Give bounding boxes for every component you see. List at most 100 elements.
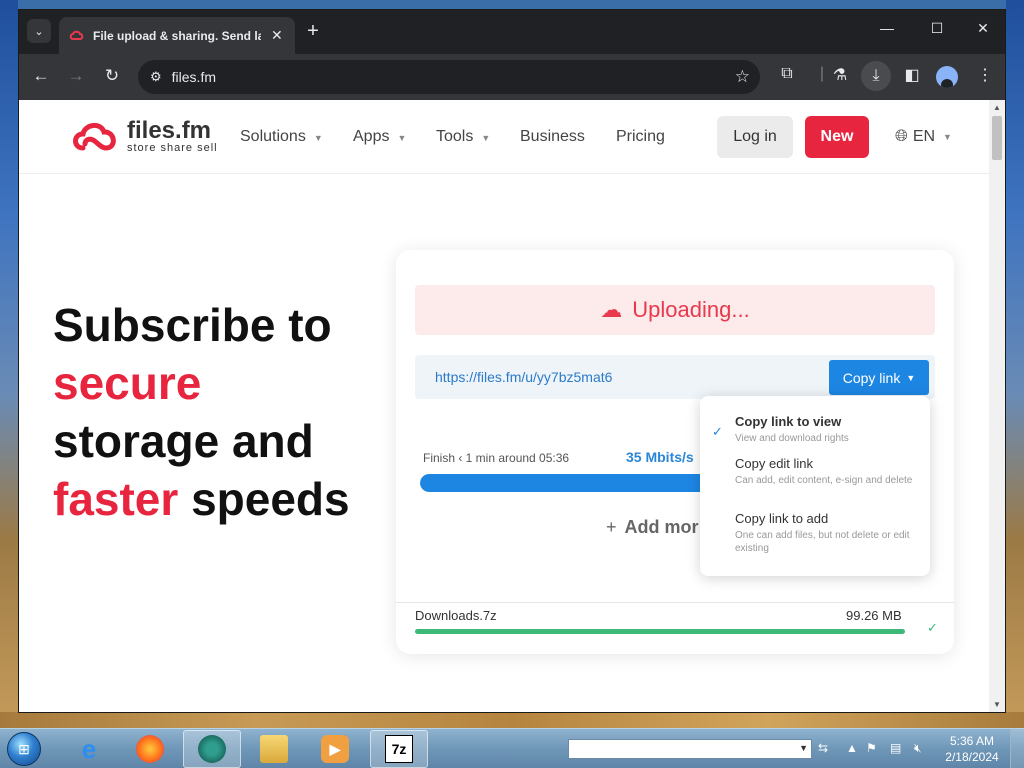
upload-speed: 35 Mbits/s <box>626 449 694 465</box>
menu-item-copy-view-link[interactable]: Copy link to view View and download righ… <box>735 414 920 445</box>
minimize-button[interactable]: — <box>872 20 902 36</box>
windows-logo-icon: ⊞ <box>7 732 41 766</box>
taskbar-file-explorer[interactable] <box>245 730 303 768</box>
hero-line-4-highlight: faster <box>53 473 179 525</box>
7zip-icon: 7z <box>385 735 413 763</box>
tab-bar: ⌄ File upload & sharing. Send la ✕ + — ☐… <box>19 10 1005 54</box>
language-label: EN <box>912 128 936 145</box>
browser-menu-icon[interactable]: ⋮ <box>974 65 996 85</box>
copy-link-menu: ✓ Copy link to view View and download ri… <box>700 396 930 576</box>
maximize-button[interactable]: ☐ <box>922 20 952 37</box>
nav-solutions-label: Solutions <box>240 128 306 145</box>
desktop-wallpaper-bottom <box>0 712 1024 728</box>
tab-search-button[interactable]: ⌄ <box>27 19 51 43</box>
caret-down-icon: ▼ <box>481 133 491 143</box>
action-center-flag-icon[interactable]: ⚑ <box>866 741 877 755</box>
caret-down-icon: ▼ <box>397 133 407 143</box>
bookmark-star-icon[interactable]: ☆ <box>735 67 750 87</box>
language-selector[interactable]: 🌐︎ EN ▼ <box>895 128 952 146</box>
site-settings-icon[interactable]: ⚙ <box>150 69 162 85</box>
caret-down-icon: ▼ <box>943 132 952 142</box>
windows-taskbar: ⊞ e ▶ 7z ▼ ⇆ ▲ ⚑ ▤ 🔇︎ 5:36 AM 2/18/2024 <box>0 728 1024 768</box>
browser-window: ⌄ File upload & sharing. Send la ✕ + — ☐… <box>18 9 1006 713</box>
login-button[interactable]: Log in <box>717 116 793 158</box>
new-button[interactable]: New <box>805 116 869 158</box>
nav-solutions[interactable]: Solutions ▼ <box>240 128 323 146</box>
labs-flask-icon[interactable]: ⚗ <box>829 65 851 85</box>
nav-pricing[interactable]: Pricing <box>616 128 665 146</box>
taskbar-internet-explorer[interactable]: e <box>60 730 118 768</box>
taskbar-media-player[interactable]: ▶ <box>306 730 364 768</box>
desktop-wallpaper-right <box>1006 0 1024 720</box>
menu-item-copy-add-link[interactable]: Copy link to add One can add files, but … <box>735 511 920 555</box>
forward-arrow-icon[interactable]: → <box>65 66 87 86</box>
nav-tools[interactable]: Tools ▼ <box>436 128 490 146</box>
taskbar-7zip[interactable]: 7z <box>370 730 428 768</box>
volume-muted-icon[interactable]: 🔇︎ <box>914 741 922 756</box>
menu-item-title: Copy edit link <box>735 456 814 471</box>
taskbar-address-toolbar[interactable]: ▼ <box>568 739 812 759</box>
scroll-thumb[interactable] <box>992 116 1002 160</box>
show-desktop-button[interactable] <box>1010 729 1024 768</box>
new-tab-button[interactable]: + <box>301 20 325 43</box>
network-icon[interactable]: ▤ <box>890 741 901 755</box>
clock-date: 2/18/2024 <box>945 750 999 764</box>
share-link-url[interactable]: https://files.fm/u/yy7bz5mat6 <box>435 369 612 385</box>
file-name: Downloads.7z <box>415 608 497 623</box>
chevron-down-icon[interactable]: ▼ <box>799 743 808 753</box>
internet-explorer-icon: e <box>81 733 97 764</box>
downloads-icon[interactable]: ⤓ <box>861 61 891 91</box>
plus-icon: + <box>606 517 617 537</box>
caret-down-icon: ▼ <box>313 133 323 143</box>
side-panel-icon[interactable]: ◧ <box>901 65 923 85</box>
browser-tab[interactable]: File upload & sharing. Send la ✕ <box>59 17 295 54</box>
folder-icon <box>260 735 288 763</box>
system-clock[interactable]: 5:36 AM 2/18/2024 <box>940 733 1004 765</box>
taskbar-chrome[interactable] <box>183 730 241 768</box>
reload-icon[interactable]: ↻ <box>101 66 123 86</box>
menu-item-desc: View and download rights <box>735 433 849 444</box>
extensions-icon[interactable]: ⧉ <box>776 65 798 83</box>
show-hidden-icons-icon[interactable]: ▲ <box>846 741 858 755</box>
nav-tools-label: Tools <box>436 128 474 145</box>
hero-headline: Subscribe to secure storage and faster s… <box>53 296 350 528</box>
logo-wordmark: files.fm <box>127 117 212 144</box>
hero-line-2: secure <box>53 357 202 409</box>
files-fm-logo[interactable]: files.fm store share sell <box>71 117 218 154</box>
nav-business[interactable]: Business <box>520 128 585 146</box>
add-more-button[interactable]: + Add mor <box>606 517 699 538</box>
nav-apps[interactable]: Apps ▼ <box>353 128 406 146</box>
tab-title: File upload & sharing. Send la <box>93 28 261 43</box>
start-button[interactable]: ⊞ <box>2 730 46 768</box>
scroll-up-arrow-icon[interactable]: ▲ <box>993 103 1001 112</box>
menu-item-copy-edit-link[interactable]: Copy edit link Can add, edit content, e-… <box>735 456 920 487</box>
desktop-wallpaper-left <box>0 0 18 720</box>
hero-line-3: storage and <box>53 415 314 467</box>
nav-apps-label: Apps <box>353 128 390 145</box>
clock-time: 5:36 AM <box>949 734 995 748</box>
profile-avatar-icon[interactable] <box>936 66 958 88</box>
back-arrow-icon[interactable]: ← <box>30 66 52 86</box>
address-bar[interactable]: ⚙ files.fm ☆ <box>138 60 760 94</box>
page-scrollbar[interactable]: ▲ ▼ <box>989 100 1005 712</box>
caret-down-icon: ▼ <box>906 372 916 383</box>
chevron-down-icon: ⌄ <box>34 25 44 38</box>
copy-link-label: Copy link <box>842 369 901 386</box>
copy-link-button[interactable]: Copy link ▼ <box>829 360 929 395</box>
media-player-icon: ▶ <box>321 735 349 763</box>
add-more-label: Add mor <box>624 517 699 537</box>
scroll-down-arrow-icon[interactable]: ▼ <box>993 700 1001 709</box>
selected-check-icon: ✓ <box>712 424 723 439</box>
checkmark-icon: ✓ <box>927 620 938 635</box>
browser-app-icon <box>198 735 226 763</box>
tab-close-icon[interactable]: ✕ <box>271 27 283 44</box>
files-fm-favicon-icon <box>69 30 84 40</box>
file-progress-fill <box>415 629 905 634</box>
language-bar-icon[interactable]: ⇆ <box>818 741 828 755</box>
finish-estimate: Finish ‹ 1 min around 05:36 <box>423 451 570 465</box>
hero-line-1: Subscribe to <box>53 299 332 351</box>
logo-tagline: store share sell <box>127 142 218 154</box>
upload-status-text: Uploading... <box>632 297 750 322</box>
taskbar-firefox[interactable] <box>121 730 179 768</box>
close-window-button[interactable]: ✕ <box>968 20 998 37</box>
